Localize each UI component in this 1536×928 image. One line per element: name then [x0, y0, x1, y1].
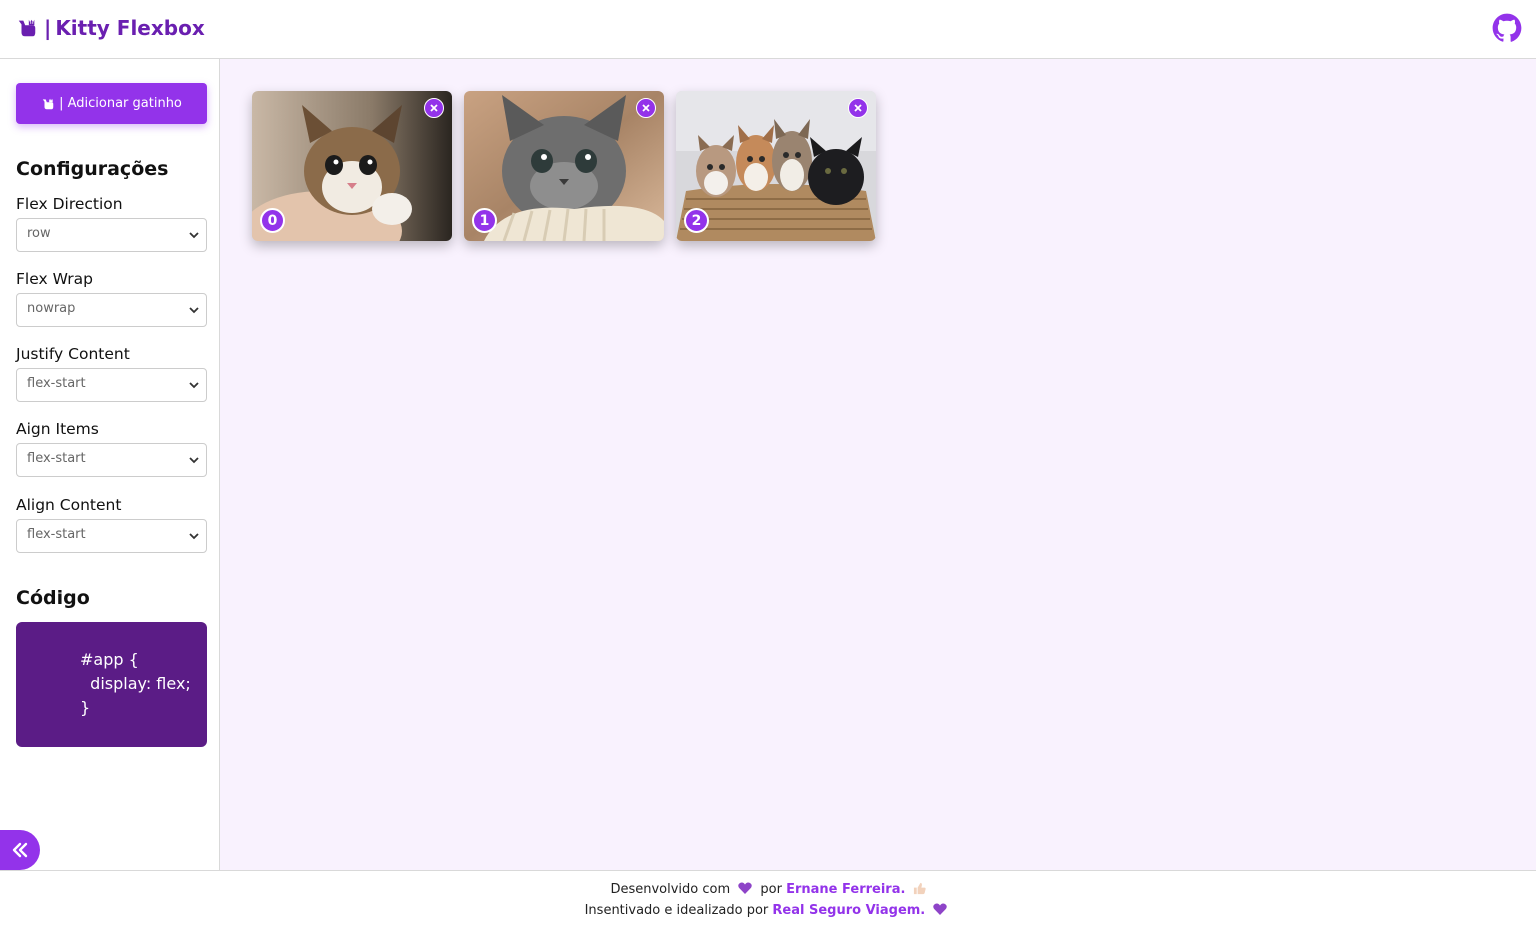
footer-text: por — [760, 882, 782, 897]
code-line: display: flex; — [80, 674, 191, 693]
flex-container: 0 1 2 — [220, 59, 1536, 870]
chevron-down-icon — [189, 533, 199, 540]
sidebar: | Adicionar gatinho Configurações Flex D… — [0, 59, 220, 870]
justify-content-label: Justify Content — [16, 345, 130, 363]
footer: Desenvolvido com por Ernane Ferreira. In… — [0, 870, 1536, 928]
brand-separator: | — [44, 16, 52, 40]
app-title: Kitty Flexbox — [55, 16, 205, 40]
close-icon — [854, 104, 862, 112]
kitten-card[interactable]: 1 — [464, 91, 664, 241]
remove-card-button[interactable] — [424, 98, 444, 118]
heart-icon — [933, 903, 948, 915]
align-items-label: Aign Items — [16, 420, 99, 438]
chevron-down-icon — [189, 382, 199, 389]
flex-direction-label: Flex Direction — [16, 195, 123, 213]
brand[interactable]: | Kitty Flexbox — [16, 16, 205, 40]
add-kitten-label: | Adicionar gatinho — [59, 96, 182, 111]
flex-direction-select[interactable]: row — [16, 218, 207, 252]
flex-direction-value: row — [27, 226, 51, 241]
code-line: } — [80, 698, 91, 717]
double-chevron-left-icon — [12, 842, 28, 858]
add-kitten-button[interactable]: | Adicionar gatinho — [16, 83, 207, 124]
flex-wrap-value: nowrap — [27, 301, 76, 316]
align-items-value: flex-start — [27, 451, 86, 466]
align-content-label: Align Content — [16, 496, 122, 514]
remove-card-button[interactable] — [636, 98, 656, 118]
card-index-badge: 2 — [684, 208, 709, 233]
code-preview: #app { display: flex; } — [16, 622, 207, 747]
remove-card-button[interactable] — [848, 98, 868, 118]
align-content-select[interactable]: flex-start — [16, 519, 207, 553]
justify-content-select[interactable]: flex-start — [16, 368, 207, 402]
align-items-select[interactable]: flex-start — [16, 443, 207, 477]
settings-heading: Configurações — [16, 158, 169, 180]
footer-sponsor-line: Insentivado e idealizado por Real Seguro… — [0, 903, 1536, 918]
chevron-down-icon — [189, 457, 199, 464]
code-line: #app { — [80, 650, 139, 669]
github-icon[interactable] — [1492, 13, 1522, 43]
footer-text: Insentivado e idealizado por — [584, 903, 769, 918]
chevron-down-icon — [189, 232, 199, 239]
cat-icon — [42, 98, 54, 109]
author-link[interactable]: Ernane Ferreira. — [786, 882, 905, 897]
flex-wrap-select[interactable]: nowrap — [16, 293, 207, 327]
footer-credits-line: Desenvolvido com por Ernane Ferreira. — [0, 882, 1536, 897]
collapse-sidebar-button[interactable] — [0, 830, 40, 870]
justify-content-value: flex-start — [27, 376, 86, 391]
align-content-value: flex-start — [27, 527, 86, 542]
card-index-badge: 0 — [260, 208, 285, 233]
kitten-card[interactable]: 2 — [676, 91, 876, 241]
flex-wrap-label: Flex Wrap — [16, 270, 93, 288]
thumbs-up-icon — [913, 882, 926, 895]
cat-icon — [18, 19, 36, 37]
app-header: | Kitty Flexbox — [0, 0, 1536, 59]
footer-text: Desenvolvido com — [610, 882, 731, 897]
card-index-badge: 1 — [472, 208, 497, 233]
kitten-card[interactable]: 0 — [252, 91, 452, 241]
code-heading: Código — [16, 587, 90, 609]
close-icon — [642, 104, 650, 112]
chevron-down-icon — [189, 307, 199, 314]
sponsor-link[interactable]: Real Seguro Viagem. — [772, 903, 925, 918]
close-icon — [430, 104, 438, 112]
heart-icon — [738, 882, 752, 894]
